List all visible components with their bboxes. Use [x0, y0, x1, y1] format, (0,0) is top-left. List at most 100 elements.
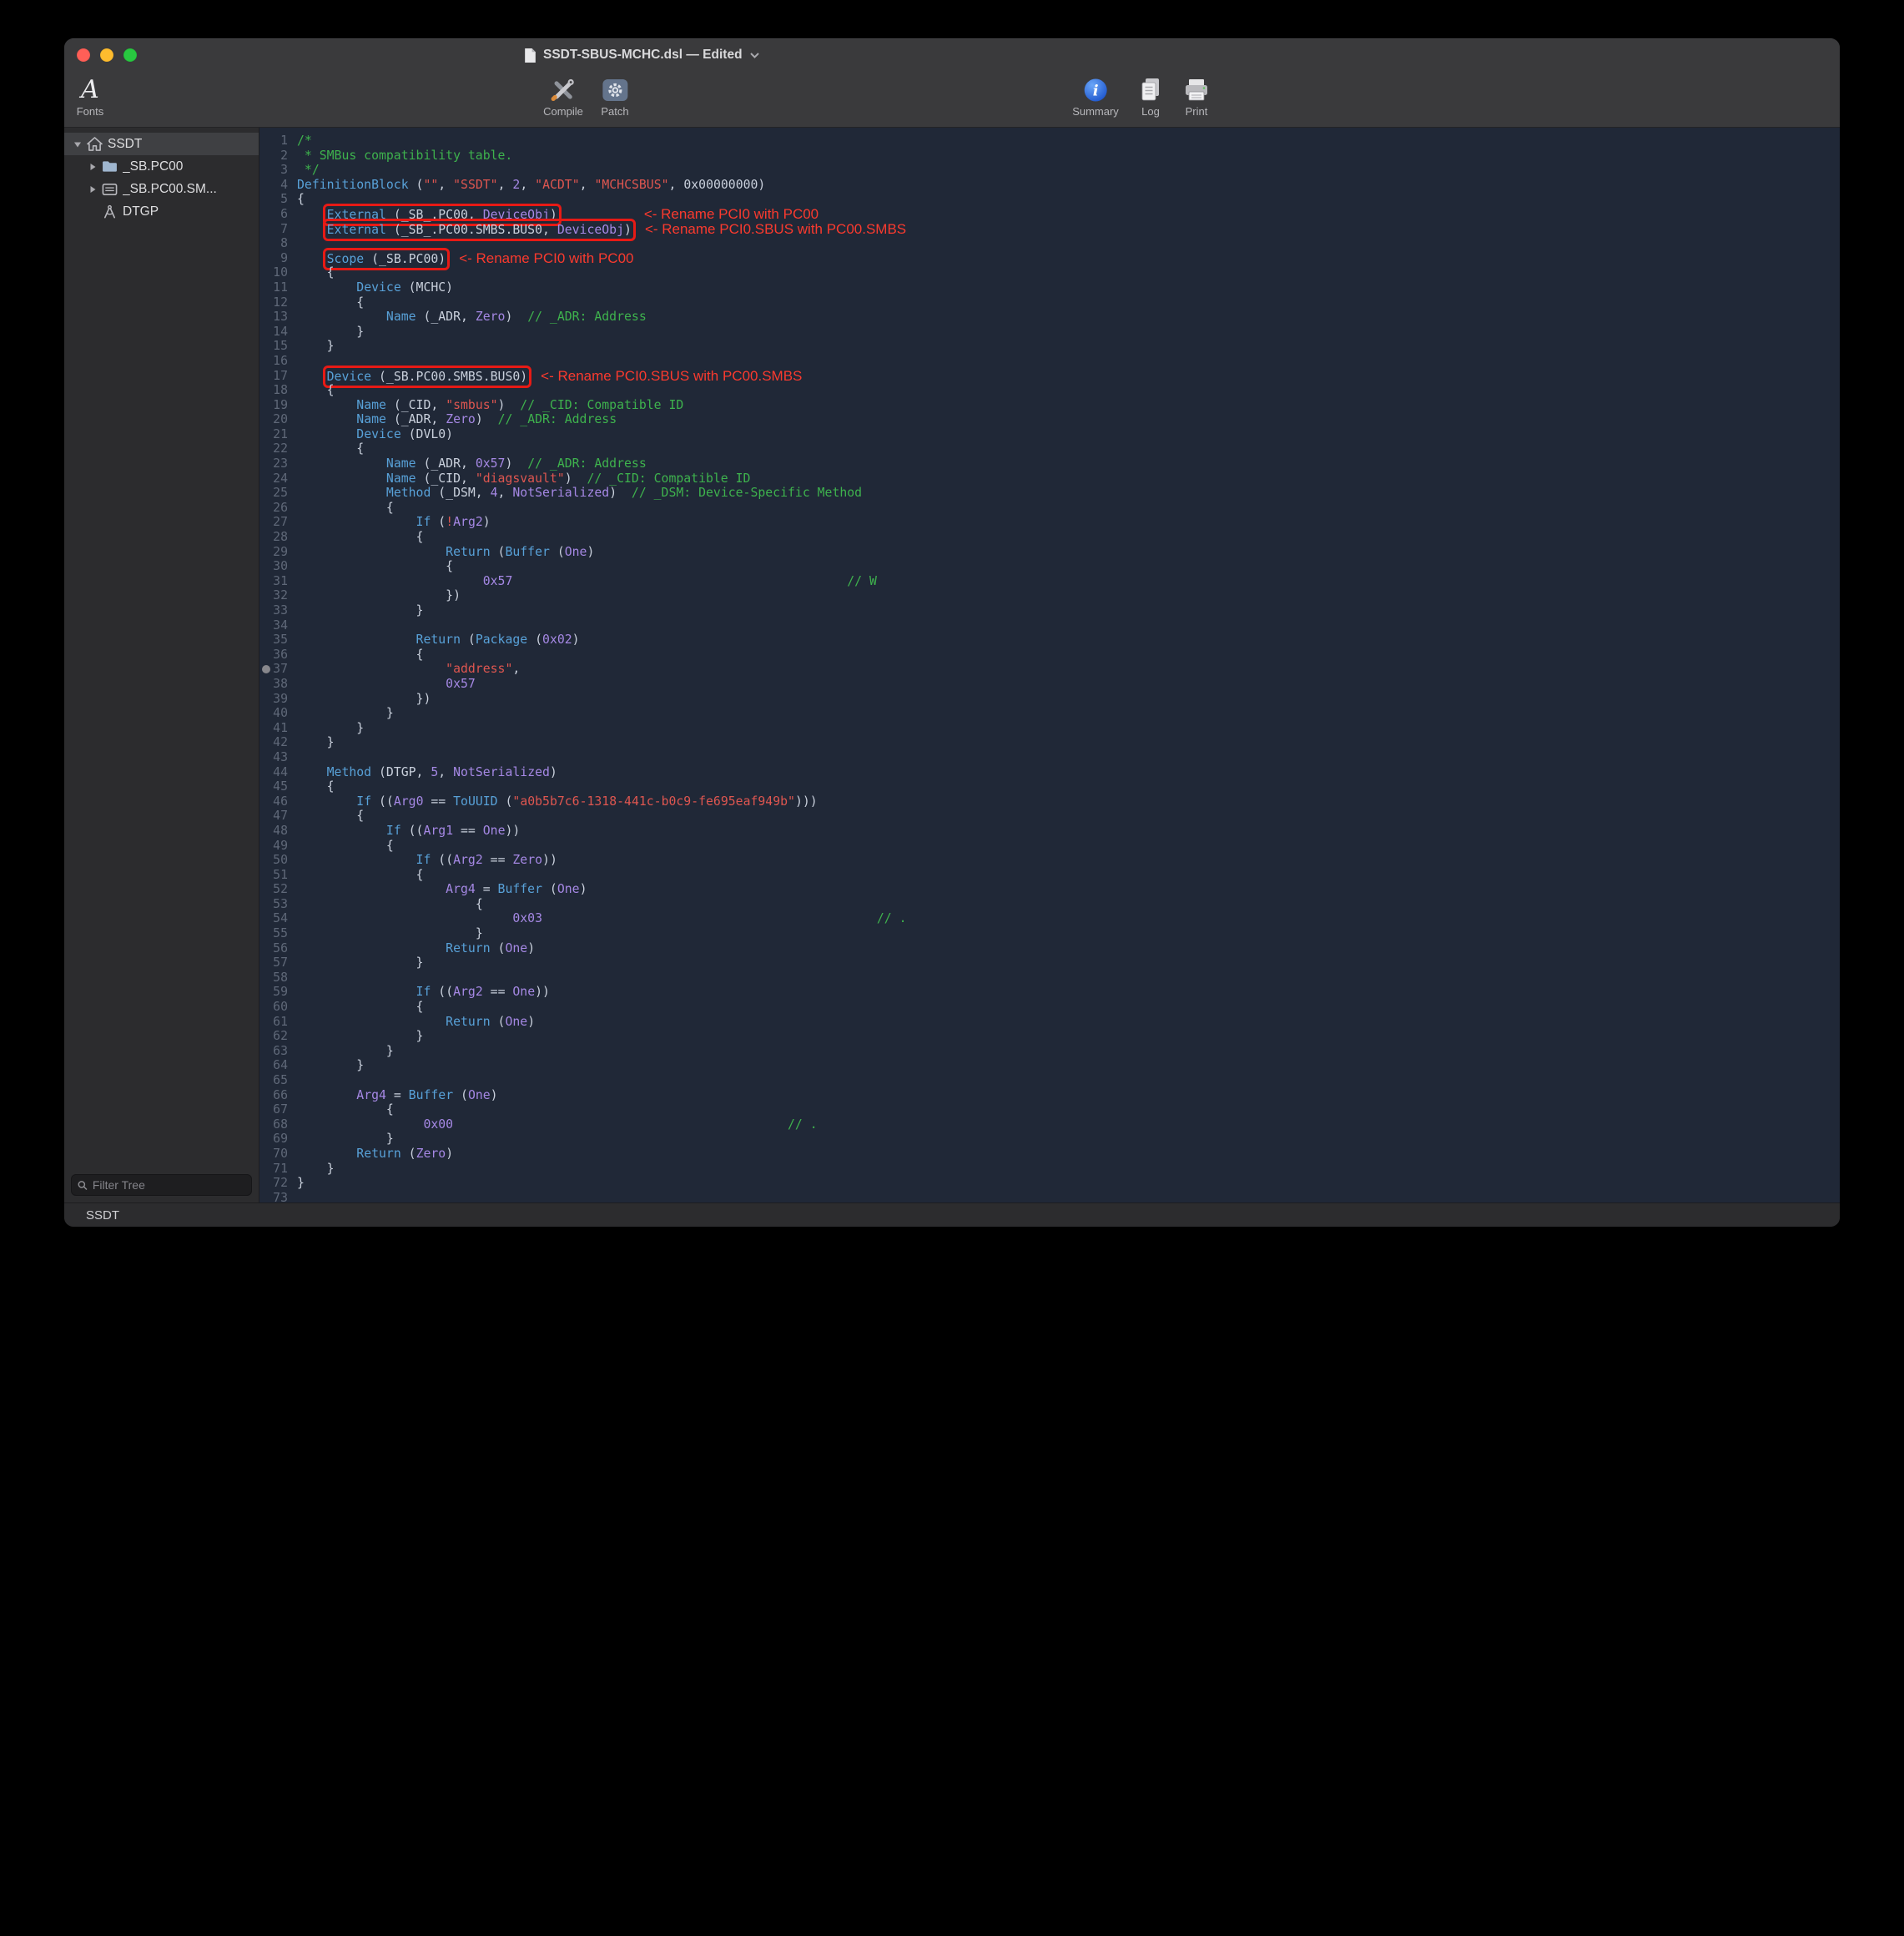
code-line[interactable]: 17 Device (_SB.PC00.SMBS.BUS0)<- Rename … — [259, 369, 1840, 384]
code-line[interactable]: 8 — [259, 236, 1840, 251]
sidebar-item-ssdt[interactable]: SSDT — [64, 133, 259, 155]
compile-button[interactable]: Compile — [543, 74, 583, 118]
code-line[interactable]: 59 If ((Arg2 == One)) — [259, 985, 1840, 1000]
code-line[interactable]: 26 { — [259, 501, 1840, 516]
close-button[interactable] — [77, 48, 90, 62]
code-line[interactable]: 69 } — [259, 1132, 1840, 1147]
code-line[interactable]: 58 — [259, 971, 1840, 986]
code-line[interactable]: 20 Name (_ADR, Zero) // _ADR: Address — [259, 412, 1840, 427]
code-line[interactable]: 16 — [259, 354, 1840, 369]
code-line[interactable]: 62 } — [259, 1029, 1840, 1044]
code-line[interactable]: 37 "address", — [259, 662, 1840, 677]
code-line[interactable]: 32 }) — [259, 588, 1840, 603]
code-line[interactable]: 67 { — [259, 1102, 1840, 1117]
code-line[interactable]: 33 } — [259, 603, 1840, 618]
code-line[interactable]: 47 { — [259, 809, 1840, 824]
code-line[interactable]: 19 Name (_CID, "smbus") // _CID: Compati… — [259, 398, 1840, 413]
code-line[interactable]: 27 If (!Arg2) — [259, 515, 1840, 530]
patch-button[interactable]: Patch — [601, 74, 628, 118]
code-line[interactable]: 73 — [259, 1191, 1840, 1202]
sidebar-item-sb-pc00-smbs[interactable]: _SB.PC00.SM... — [64, 178, 259, 200]
code-line[interactable]: 68 0x00 // . — [259, 1117, 1840, 1132]
code-line[interactable]: 48 If ((Arg1 == One)) — [259, 824, 1840, 839]
sidebar-item-sb-pc00[interactable]: _SB.PC00 — [64, 155, 259, 178]
code-line[interactable]: 2 * SMBus compatibility table. — [259, 149, 1840, 164]
code-line[interactable]: 66 Arg4 = Buffer (One) — [259, 1088, 1840, 1103]
code-line[interactable]: 60 { — [259, 1000, 1840, 1015]
log-button[interactable]: Log — [1138, 74, 1163, 118]
code-line[interactable]: 64 } — [259, 1058, 1840, 1073]
code-line[interactable]: 38 0x57 — [259, 677, 1840, 692]
code-line[interactable]: 6 External (_SB_.PC00, DeviceObj)<- Rena… — [259, 207, 1840, 222]
code-line[interactable]: 22 { — [259, 441, 1840, 456]
filter-tree-input[interactable] — [93, 1178, 245, 1192]
code-line[interactable]: 72} — [259, 1176, 1840, 1191]
code-line[interactable]: 7 External (_SB_.PC00.SMBS.BUS0, DeviceO… — [259, 222, 1840, 237]
code-line[interactable]: 4DefinitionBlock ("", "SSDT", 2, "ACDT",… — [259, 178, 1840, 193]
print-button[interactable]: Print — [1183, 74, 1210, 118]
code-line[interactable]: 24 Name (_CID, "diagsvault") // _CID: Co… — [259, 471, 1840, 487]
code-line[interactable]: 5{ — [259, 192, 1840, 207]
code-line[interactable]: 9 Scope (_SB.PC00)<- Rename PCI0 with PC… — [259, 251, 1840, 266]
code-line[interactable]: 52 Arg4 = Buffer (One) — [259, 882, 1840, 897]
code-line[interactable]: 44 Method (DTGP, 5, NotSerialized) — [259, 765, 1840, 780]
zoom-button[interactable] — [123, 48, 137, 62]
code-line[interactable]: 29 Return (Buffer (One) — [259, 545, 1840, 560]
code-line[interactable]: 39 }) — [259, 692, 1840, 707]
code-line[interactable]: 50 If ((Arg2 == Zero)) — [259, 853, 1840, 868]
disclosure-right-icon[interactable] — [88, 163, 98, 171]
code-line[interactable]: 53 { — [259, 897, 1840, 912]
code-line[interactable]: 45 { — [259, 779, 1840, 794]
code-line[interactable]: 28 { — [259, 530, 1840, 545]
fonts-button[interactable]: A Fonts — [77, 74, 104, 118]
minimize-button[interactable] — [100, 48, 113, 62]
code-line[interactable]: 10 { — [259, 265, 1840, 280]
code-line[interactable]: 18 { — [259, 383, 1840, 398]
code-line[interactable]: 51 { — [259, 868, 1840, 883]
code-line[interactable]: 25 Method (_DSM, 4, NotSerialized) // _D… — [259, 486, 1840, 501]
code-line[interactable]: 15 } — [259, 339, 1840, 354]
disclosure-down-icon[interactable] — [73, 140, 83, 149]
code-line[interactable]: 70 Return (Zero) — [259, 1147, 1840, 1162]
filter-tree-field[interactable] — [71, 1174, 252, 1196]
code-line[interactable]: 55 } — [259, 926, 1840, 941]
summary-button[interactable]: i Summary — [1072, 74, 1119, 118]
code-line[interactable]: 65 — [259, 1073, 1840, 1088]
code-line[interactable]: 63 } — [259, 1044, 1840, 1059]
code-editor[interactable]: 1/*2 * SMBus compatibility table.3 */4De… — [259, 128, 1840, 1202]
code-line[interactable]: 23 Name (_ADR, 0x57) // _ADR: Address — [259, 456, 1840, 471]
code-line[interactable]: 13 Name (_ADR, Zero) // _ADR: Address — [259, 310, 1840, 325]
log-documents-icon — [1138, 77, 1163, 103]
code-line[interactable]: 57 } — [259, 955, 1840, 971]
code-line[interactable]: 3 */ — [259, 163, 1840, 178]
code-token: 0x00 — [423, 1117, 453, 1132]
code-token: Method — [327, 765, 379, 779]
code-line[interactable]: 35 Return (Package (0x02) — [259, 633, 1840, 648]
code-token: One — [483, 824, 506, 838]
code-line[interactable]: 41 } — [259, 721, 1840, 736]
code-line[interactable]: 31 0x57 // W — [259, 574, 1840, 589]
code-line[interactable]: 30 { — [259, 559, 1840, 574]
sidebar-item-dtgp[interactable]: DTGP — [64, 200, 259, 223]
code-line[interactable]: 54 0x03 // . — [259, 911, 1840, 926]
code-line[interactable]: 61 Return (One) — [259, 1015, 1840, 1030]
window-title: SSDT-SBUS-MCHC.dsl — Edited — [543, 48, 743, 63]
code-line[interactable]: 21 Device (DVL0) — [259, 427, 1840, 442]
code-line[interactable]: 43 — [259, 750, 1840, 765]
code-line[interactable]: 40 } — [259, 706, 1840, 721]
code-line[interactable]: 42 } — [259, 735, 1840, 750]
code-spacing — [297, 427, 356, 441]
code-line[interactable]: 56 Return (One) — [259, 941, 1840, 956]
code-line[interactable]: 1/* — [259, 134, 1840, 149]
code-line[interactable]: 11 Device (MCHC) — [259, 280, 1840, 295]
disclosure-right-icon[interactable] — [88, 185, 98, 194]
code-line[interactable]: 34 — [259, 618, 1840, 633]
line-number: 64 — [259, 1058, 288, 1073]
code-line[interactable]: 14 } — [259, 325, 1840, 340]
code-line[interactable]: 36 { — [259, 648, 1840, 663]
code-line[interactable]: 71 } — [259, 1162, 1840, 1177]
code-line[interactable]: 12 { — [259, 295, 1840, 310]
code-line[interactable]: 49 { — [259, 839, 1840, 854]
title-menu-chevron-icon[interactable] — [749, 52, 760, 59]
code-line[interactable]: 46 If ((Arg0 == ToUUID ("a0b5b7c6-1318-4… — [259, 794, 1840, 809]
